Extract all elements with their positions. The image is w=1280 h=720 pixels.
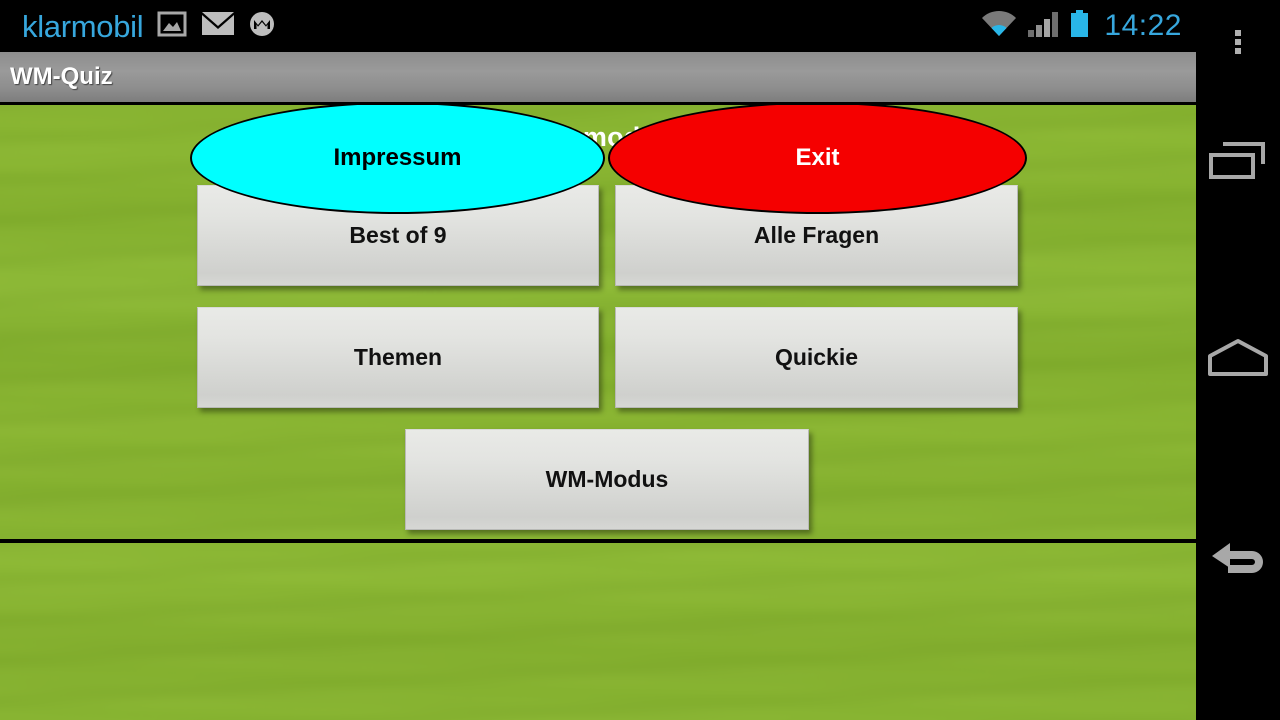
back-button[interactable] [1196,522,1280,606]
recents-icon [1207,138,1269,191]
content-top-divider [0,102,1196,105]
button-label: WM-Modus [545,466,669,492]
status-bar: klarmobil 14:22 [0,0,1196,52]
mail-icon [201,11,235,41]
android-device-screen: klarmobil 14:22 WM-Quiz Quizmodus Best o… [0,0,1280,720]
footer-divider [0,539,1196,543]
action-bar: WM-Quiz [0,52,1196,102]
button-label: Alle Fragen [753,222,880,248]
home-button[interactable] [1196,318,1280,402]
impressum-button[interactable]: Impressum [190,102,605,214]
battery-icon [1070,9,1089,43]
button-label: Quickie [774,344,859,370]
three-dots-icon [1235,27,1241,57]
back-arrow-icon [1206,539,1270,590]
app-title: WM-Quiz [10,63,113,90]
quiz-mode-button-quickie[interactable]: Quickie [615,307,1018,408]
photo-icon [157,11,187,42]
home-icon [1206,336,1270,385]
recent-apps-button[interactable] [1196,122,1280,206]
quiz-mode-button-themen[interactable]: Themen [197,307,599,408]
content-area: Quizmodus Best of 9 Alle Fragen Themen Q… [0,102,1196,720]
signal-icon [1027,10,1061,43]
status-notification-icons [157,11,275,42]
overflow-menu-button[interactable] [1196,0,1280,84]
wifi-icon [980,10,1018,43]
navigation-bar [1196,0,1280,720]
button-label: Impressum [333,144,462,171]
app-screen: klarmobil 14:22 WM-Quiz Quizmodus Best o… [0,0,1196,720]
button-label: Best of 9 [349,222,447,248]
button-label: Exit [795,144,840,171]
status-system-icons: 14:22 [980,9,1182,43]
exit-button[interactable]: Exit [608,102,1027,214]
quiz-mode-button-wm-modus[interactable]: WM-Modus [405,429,809,530]
carrier-label: klarmobil [22,8,144,44]
button-label: Themen [353,344,443,370]
motorola-icon [249,11,275,42]
clock-label: 14:22 [1104,9,1182,42]
